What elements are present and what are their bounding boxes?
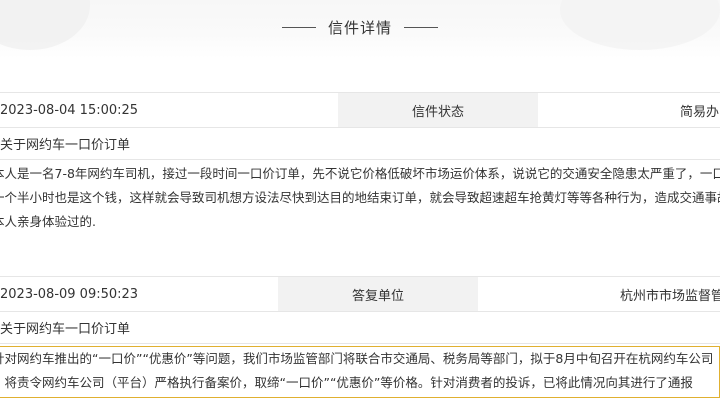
letter-subject-row: 关于网约车一口价订单 xyxy=(0,128,720,160)
reply-body-line: ，将责令网约车公司（平台）严格执行备案价，取缔“一口价”“优惠价”等价格。针对消… xyxy=(0,375,693,390)
letter-body-line: 本人是一名7-8年网约车司机，接过一段时间一口价订单，先不说它价格低破坏市场运价… xyxy=(0,166,720,181)
title-right-rule xyxy=(404,26,438,28)
reply-subject: 关于网约车一口价订单 xyxy=(0,322,131,337)
reply-body-line: 针对网约车推出的“一口价”“优惠价”等问题，我们市场监管部门将联合市交通局、税务… xyxy=(0,351,714,366)
letter-body-line: 本人亲身体验过的. xyxy=(0,214,96,229)
title-left-rule xyxy=(281,26,316,28)
reply-info-row: 2023-08-09 09:50:23 答复单位 杭州市市场监督管理局 xyxy=(0,276,720,312)
letter-subject: 关于网约车一口价订单 xyxy=(0,138,131,153)
reply-subject-row: 关于网约车一口价订单 xyxy=(0,312,720,344)
page-title-bar: 信件详情 xyxy=(0,12,720,42)
letter-status-label: 信件状态 xyxy=(338,93,538,127)
page-title: 信件详情 xyxy=(327,18,392,37)
reply-date: 2023-08-09 09:50:23 xyxy=(0,286,139,302)
letter-body-line: 一个半小时也是这个钱，这样就会导致司机想方设法尽快到达目的地结束订单，就会导致超… xyxy=(0,190,720,205)
letter-date: 2023-08-04 15:00:25 xyxy=(0,102,139,118)
reply-unit-label: 答复单位 xyxy=(278,277,478,311)
reply-unit-value: 杭州市市场监督管理局 xyxy=(620,288,720,304)
letter-detail-page: 信件详情 2023-08-04 15:00:25 信件状态 简易办 关于网约车一… xyxy=(0,0,720,405)
letter-info-row: 2023-08-04 15:00:25 信件状态 简易办 xyxy=(0,92,720,128)
letter-status-value: 简易办 xyxy=(680,104,720,120)
